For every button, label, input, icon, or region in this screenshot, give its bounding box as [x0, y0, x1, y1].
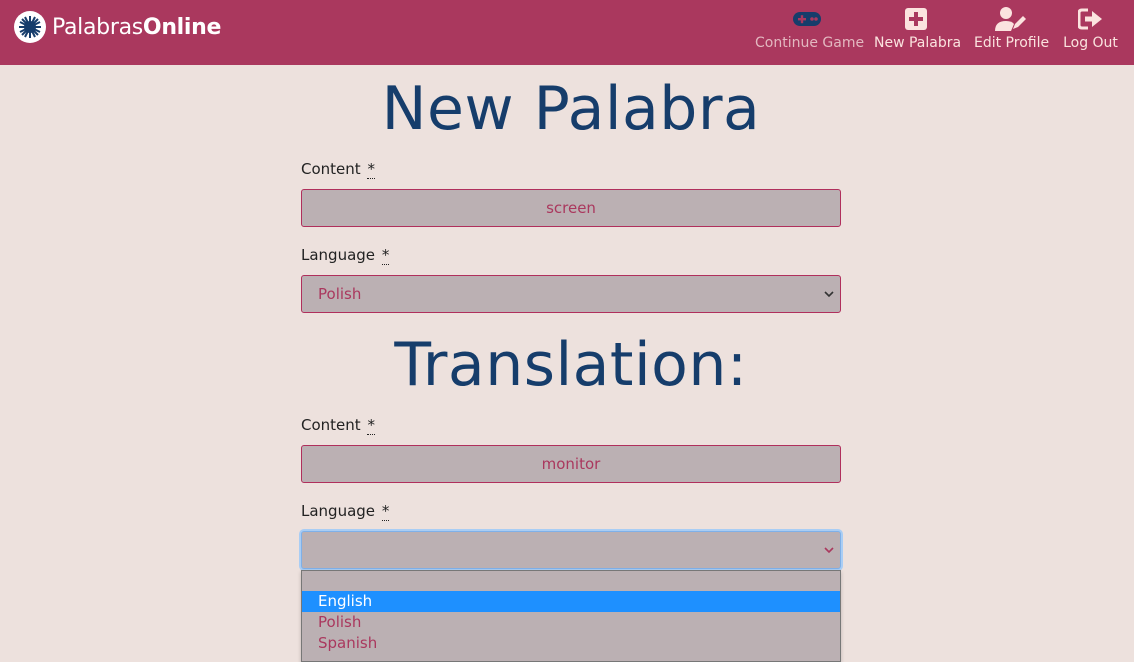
chevron-down-icon [824, 291, 834, 298]
translation-content-input[interactable]: monitor [301, 445, 841, 483]
dropdown-option-english[interactable]: English [302, 591, 840, 612]
navbar: PalabrasOnline Continue Game New Palabra [0, 0, 1134, 65]
brand-name: PalabrasOnline [52, 14, 222, 40]
dropdown-option-empty[interactable] [302, 571, 840, 592]
translation-language-select[interactable] [301, 531, 841, 569]
nav-continue-game[interactable]: Continue Game [755, 6, 865, 51]
language-dropdown-list: English Polish Spanish [301, 570, 841, 662]
dropdown-option-polish[interactable]: Polish [302, 612, 840, 633]
nav-new-palabra[interactable]: New Palabra [874, 6, 962, 51]
translation-content-label: Content * [301, 416, 375, 435]
eye-logo-icon [14, 11, 46, 43]
logout-icon [1063, 6, 1118, 32]
nav-label: Log Out [1063, 35, 1118, 51]
language-select-value: Polish [318, 285, 362, 303]
nav-label: Continue Game [755, 35, 865, 51]
gamepad-icon [755, 6, 859, 32]
chevron-down-icon [824, 547, 834, 554]
content-input[interactable]: screen [301, 189, 841, 227]
nav-label: Edit Profile [974, 35, 1050, 51]
translation-language-label: Language * [301, 502, 390, 521]
user-edit-icon [974, 6, 1048, 32]
content-label: Content * [301, 160, 375, 179]
nav-edit-profile[interactable]: Edit Profile [974, 6, 1050, 51]
language-select[interactable]: Polish [301, 275, 841, 313]
page-title: New Palabra [381, 74, 761, 144]
language-label: Language * [301, 246, 390, 265]
plus-square-icon [874, 6, 958, 32]
nav-label: New Palabra [874, 35, 962, 51]
brand-link[interactable]: PalabrasOnline [14, 11, 221, 43]
translation-title: Translation: [394, 330, 748, 400]
nav-log-out[interactable]: Log Out [1063, 6, 1118, 51]
